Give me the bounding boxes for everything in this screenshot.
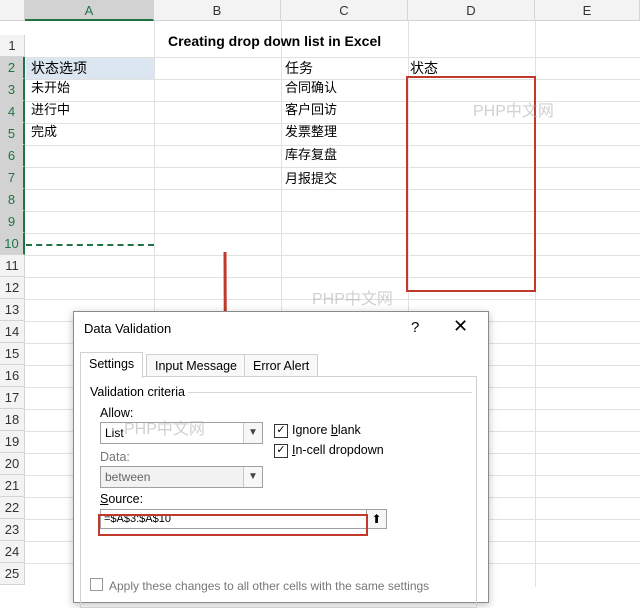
row-header[interactable]: 12 bbox=[0, 277, 25, 299]
row-header[interactable]: 3 bbox=[0, 79, 25, 101]
help-icon[interactable]: ? bbox=[411, 319, 419, 336]
row-header[interactable]: 25 bbox=[0, 563, 25, 585]
column-header-c[interactable]: C bbox=[281, 0, 408, 21]
row-header[interactable]: 16 bbox=[0, 365, 25, 387]
allow-value: List bbox=[105, 426, 124, 440]
source-label: Source: bbox=[100, 492, 144, 506]
cell-a4[interactable]: 进行中 bbox=[31, 99, 70, 121]
range-select-icon[interactable]: ⬆ bbox=[366, 509, 387, 529]
cell-a3[interactable]: 未开始 bbox=[31, 77, 70, 99]
in-cell-dropdown-label: In-cell dropdown bbox=[292, 443, 384, 457]
cell-c3[interactable]: 合同确认 bbox=[285, 77, 337, 99]
check-icon: ✓ bbox=[276, 444, 286, 456]
row-header[interactable]: 21 bbox=[0, 475, 25, 497]
grid-line bbox=[25, 233, 640, 234]
chevron-down-icon[interactable]: ▼ bbox=[243, 423, 262, 443]
column-header-a[interactable]: A bbox=[25, 0, 154, 21]
grid-line bbox=[25, 255, 640, 256]
row-header[interactable]: 5 bbox=[0, 123, 25, 145]
row-header[interactable]: 9 bbox=[0, 211, 25, 233]
row-header[interactable]: 10 bbox=[0, 233, 25, 255]
row-header[interactable]: 14 bbox=[0, 321, 25, 343]
row-header[interactable]: 17 bbox=[0, 387, 25, 409]
watermark: PHP中文网 bbox=[312, 291, 393, 308]
check-icon: ✓ bbox=[276, 424, 286, 436]
cell-c7[interactable]: 月报提交 bbox=[285, 168, 337, 190]
column-header-e[interactable]: E bbox=[535, 0, 640, 21]
copy-marquee bbox=[26, 244, 154, 246]
cell-c2[interactable]: 任务 bbox=[285, 57, 313, 79]
tab-settings[interactable]: Settings bbox=[80, 352, 144, 378]
row-header[interactable]: 2 bbox=[0, 57, 25, 79]
data-label: Data: bbox=[100, 450, 130, 464]
grid-line bbox=[25, 277, 640, 278]
row-header[interactable]: 1 bbox=[0, 35, 25, 57]
row-header[interactable]: 23 bbox=[0, 519, 25, 541]
row-header[interactable]: 20 bbox=[0, 453, 25, 475]
data-validation-dialog: Data Validation ? ✕ Settings Input Messa… bbox=[73, 311, 489, 608]
column-header-b[interactable]: B bbox=[154, 0, 281, 21]
apply-label: Apply these changes to all other cells w… bbox=[109, 579, 430, 593]
tab-error-alert[interactable]: Error Alert bbox=[244, 354, 319, 377]
row-header[interactable]: 24 bbox=[0, 541, 25, 563]
row-header[interactable]: 22 bbox=[0, 497, 25, 519]
cell-c6[interactable]: 库存复盘 bbox=[285, 144, 337, 166]
sheet-title: Creating drop down list in Excel bbox=[168, 33, 382, 49]
in-cell-dropdown-checkbox[interactable]: ✓ bbox=[274, 444, 288, 458]
row-header[interactable]: 11 bbox=[0, 255, 25, 277]
apply-to-all-option[interactable]: Apply these changes to all other cells w… bbox=[90, 578, 429, 593]
data-select: between ▼ bbox=[100, 466, 263, 488]
cell-c4[interactable]: 客户回访 bbox=[285, 99, 337, 121]
row-header[interactable]: 7 bbox=[0, 167, 25, 189]
ignore-blank-label: Ignore blank bbox=[292, 423, 361, 437]
row-header[interactable]: 8 bbox=[0, 189, 25, 211]
ignore-blank-checkbox[interactable]: ✓ bbox=[274, 424, 288, 438]
row-header[interactable]: 18 bbox=[0, 409, 25, 431]
dialog-title: Data Validation bbox=[84, 321, 172, 336]
validation-criteria-heading: Validation criteria bbox=[90, 385, 185, 399]
row-header[interactable]: 19 bbox=[0, 431, 25, 453]
cell-a2[interactable]: 状态选项 bbox=[31, 57, 87, 79]
grid-line bbox=[25, 211, 640, 212]
close-icon[interactable]: ✕ bbox=[453, 316, 468, 337]
cell-a5[interactable]: 完成 bbox=[31, 121, 57, 143]
source-highlight bbox=[98, 514, 368, 536]
chevron-down-icon: ▼ bbox=[243, 467, 262, 487]
cell-c5[interactable]: 发票整理 bbox=[285, 121, 337, 143]
row-header[interactable]: 6 bbox=[0, 145, 25, 167]
row-header[interactable]: 4 bbox=[0, 101, 25, 123]
column-header-d[interactable]: D bbox=[408, 0, 535, 21]
tab-input-message[interactable]: Input Message bbox=[146, 354, 246, 377]
row-header[interactable]: 15 bbox=[0, 343, 25, 365]
apply-checkbox[interactable] bbox=[90, 578, 103, 591]
data-value: between bbox=[105, 470, 151, 484]
select-all-corner[interactable] bbox=[0, 0, 25, 21]
watermark: PHP中文网 bbox=[473, 103, 554, 120]
watermark: PHP中文网 bbox=[124, 421, 205, 438]
row-header[interactable]: 13 bbox=[0, 299, 25, 321]
section-divider bbox=[188, 392, 472, 393]
